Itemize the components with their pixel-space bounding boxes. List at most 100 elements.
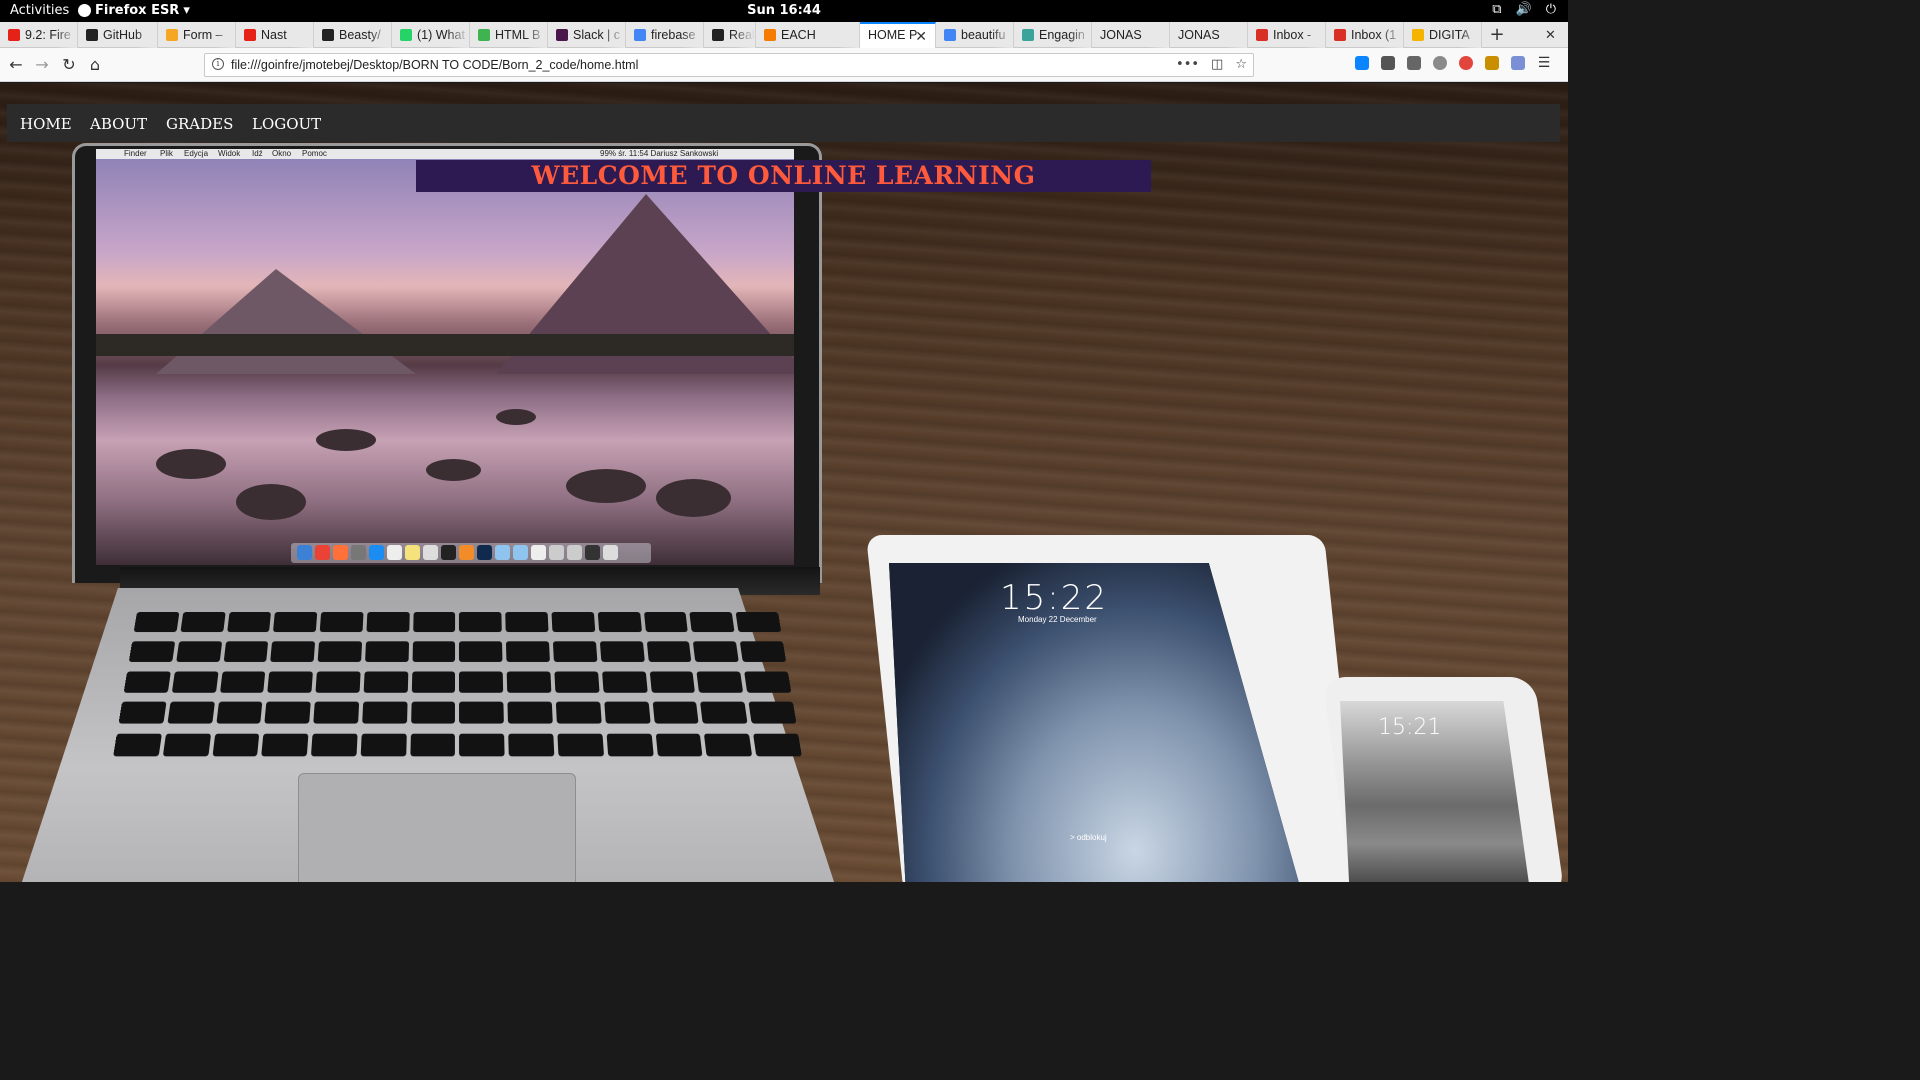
favicon-icon xyxy=(944,29,956,41)
browser-tab[interactable]: beautifu xyxy=(936,22,1014,48)
mac-menu-item: Okno xyxy=(272,149,292,158)
tab-title: HOME P xyxy=(868,28,918,42)
pocket-icon[interactable]: ◫ xyxy=(1211,57,1223,72)
favicon-icon xyxy=(1334,29,1346,41)
browser-tab[interactable]: firebase xyxy=(626,22,704,48)
favicon-icon xyxy=(8,29,20,41)
browser-tab[interactable]: HTML B xyxy=(470,22,548,48)
welcome-heading: WELCOME TO ONLINE LEARNING xyxy=(531,161,1036,190)
tablet-lock-time: 15:22 xyxy=(1000,578,1108,618)
firefox-icon xyxy=(78,4,91,17)
site-info-icon[interactable]: i xyxy=(212,58,224,70)
laptop-trackpad xyxy=(298,773,576,882)
tab-title: JONAS xyxy=(1100,28,1142,42)
mac-menu-bar: Finder Plik Edycja Widok Idź Okno Pomoc … xyxy=(96,149,794,159)
browser-tab[interactable]: EACH xyxy=(756,22,860,48)
browser-tab[interactable]: Real xyxy=(704,22,756,48)
clock[interactable]: Sun 16:44 xyxy=(0,3,1568,18)
system-tray[interactable]: ⧉ 🔊 ⏻ xyxy=(1492,2,1556,17)
sidebar-icon[interactable] xyxy=(1407,56,1421,70)
tab-title: Nast xyxy=(261,28,287,42)
browser-tab[interactable]: HOME P ✕ xyxy=(860,22,936,48)
app-menu[interactable]: Firefox ESR ▾ xyxy=(78,3,190,18)
laptop-keyboard xyxy=(112,612,803,763)
close-tab-icon[interactable]: ✕ xyxy=(915,28,927,45)
downloads-icon[interactable] xyxy=(1355,56,1369,70)
mac-status: 99% śr. 11:54 Dariusz Sankowski xyxy=(600,149,719,158)
home-button[interactable]: ⌂ xyxy=(85,55,105,75)
toolbar-icons: ☰ xyxy=(1355,56,1551,70)
extension-icon[interactable] xyxy=(1433,56,1447,70)
site-navigation: HOME ABOUT GRADES LOGOUT xyxy=(7,104,1560,142)
favicon-icon xyxy=(400,29,412,41)
browser-tab[interactable]: DIGITA xyxy=(1404,22,1482,48)
favicon-icon xyxy=(1256,29,1268,41)
page-actions-icon[interactable]: ••• xyxy=(1176,57,1199,72)
back-button[interactable]: ← xyxy=(6,55,26,75)
url-bar[interactable]: i file:///goinfre/jmotebej/Desktop/BORN … xyxy=(204,53,1254,77)
tablet-unlock-hint: > odblokuj xyxy=(1070,833,1107,842)
tab-strip: 9.2: Fire GitHub Form – Nast Beasty/(1) What… xyxy=(0,22,1568,48)
volume-icon[interactable]: 🔊 xyxy=(1516,2,1532,17)
forward-button[interactable]: → xyxy=(32,55,52,75)
mac-menu-item: Pomoc xyxy=(302,149,327,158)
phone-lock-time: 15:21 xyxy=(1378,715,1442,740)
extension-icon[interactable] xyxy=(1459,56,1473,70)
library-icon[interactable] xyxy=(1381,56,1395,70)
browser-tab[interactable]: Inbox (1 xyxy=(1326,22,1404,48)
browser-tab[interactable]: Nast xyxy=(236,22,314,48)
reload-button[interactable]: ↻ xyxy=(59,55,79,75)
browser-tab[interactable]: JONAS xyxy=(1170,22,1248,48)
favicon-icon xyxy=(764,29,776,41)
browser-tab[interactable]: (1) What xyxy=(392,22,470,48)
favicon-icon xyxy=(1412,29,1424,41)
favicon-icon xyxy=(712,29,724,41)
menu-icon[interactable]: ☰ xyxy=(1537,56,1551,70)
favicon-icon xyxy=(322,29,334,41)
favicon-icon xyxy=(556,29,568,41)
browser-tab[interactable]: Form – xyxy=(158,22,236,48)
favicon-icon xyxy=(1022,29,1034,41)
mac-menu-item: Plik xyxy=(160,149,173,158)
url-text[interactable]: file:///goinfre/jmotebej/Desktop/BORN TO… xyxy=(231,58,638,72)
navigation-toolbar: ← → ↻ ⌂ i file:///goinfre/jmotebej/Deskt… xyxy=(0,48,1568,82)
network-icon[interactable]: ⧉ xyxy=(1492,2,1501,17)
tab-title: JONAS xyxy=(1178,28,1220,42)
mac-menu-item: Finder xyxy=(124,149,147,158)
tablet-lock-date: Monday 22 December xyxy=(1018,615,1097,624)
browser-tab[interactable]: JONAS xyxy=(1092,22,1170,48)
extension-icon[interactable] xyxy=(1511,56,1525,70)
web-page: HOME ABOUT GRADES LOGOUT Finder Plik Edy… xyxy=(0,83,1568,882)
chevron-down-icon: ▾ xyxy=(183,3,190,18)
bookmark-star-icon[interactable]: ☆ xyxy=(1235,57,1247,72)
favicon-icon xyxy=(634,29,646,41)
nav-about-link[interactable]: ABOUT xyxy=(90,115,147,133)
tab-title: EACH xyxy=(781,28,816,42)
extension-icon[interactable] xyxy=(1485,56,1499,70)
nav-grades-link[interactable]: GRADES xyxy=(166,115,233,133)
mac-menu-item: Edycja xyxy=(184,149,209,158)
nav-logout-link[interactable]: LOGOUT xyxy=(252,115,321,133)
app-name: Firefox ESR xyxy=(95,3,180,18)
browser-tab[interactable]: 9.2: Fire xyxy=(0,22,78,48)
nav-home-link[interactable]: HOME xyxy=(20,115,72,133)
favicon-icon xyxy=(478,29,490,41)
laptop-screen xyxy=(96,149,794,565)
mac-menu-item: Idź xyxy=(252,149,263,158)
new-tab-button[interactable]: + xyxy=(1485,22,1509,48)
activities-button[interactable]: Activities xyxy=(10,3,69,18)
browser-tab[interactable]: Inbox - xyxy=(1248,22,1326,48)
system-top-bar: Activities Firefox ESR ▾ Sun 16:44 ⧉ 🔊 ⏻ xyxy=(0,0,1568,22)
welcome-banner: WELCOME TO ONLINE LEARNING xyxy=(416,160,1151,192)
mac-menu-item: Widok xyxy=(218,149,241,158)
browser-tab[interactable]: GitHub xyxy=(78,22,158,48)
mac-dock xyxy=(291,543,651,563)
close-icon[interactable]: ✕ xyxy=(1545,28,1556,43)
favicon-icon xyxy=(86,29,98,41)
favicon-icon xyxy=(244,29,256,41)
browser-tab[interactable]: Beasty/ xyxy=(314,22,392,48)
power-icon[interactable]: ⏻ xyxy=(1546,2,1556,17)
favicon-icon xyxy=(166,29,178,41)
browser-tab[interactable]: Slack | c xyxy=(548,22,626,48)
browser-tab[interactable]: Engagin xyxy=(1014,22,1092,48)
